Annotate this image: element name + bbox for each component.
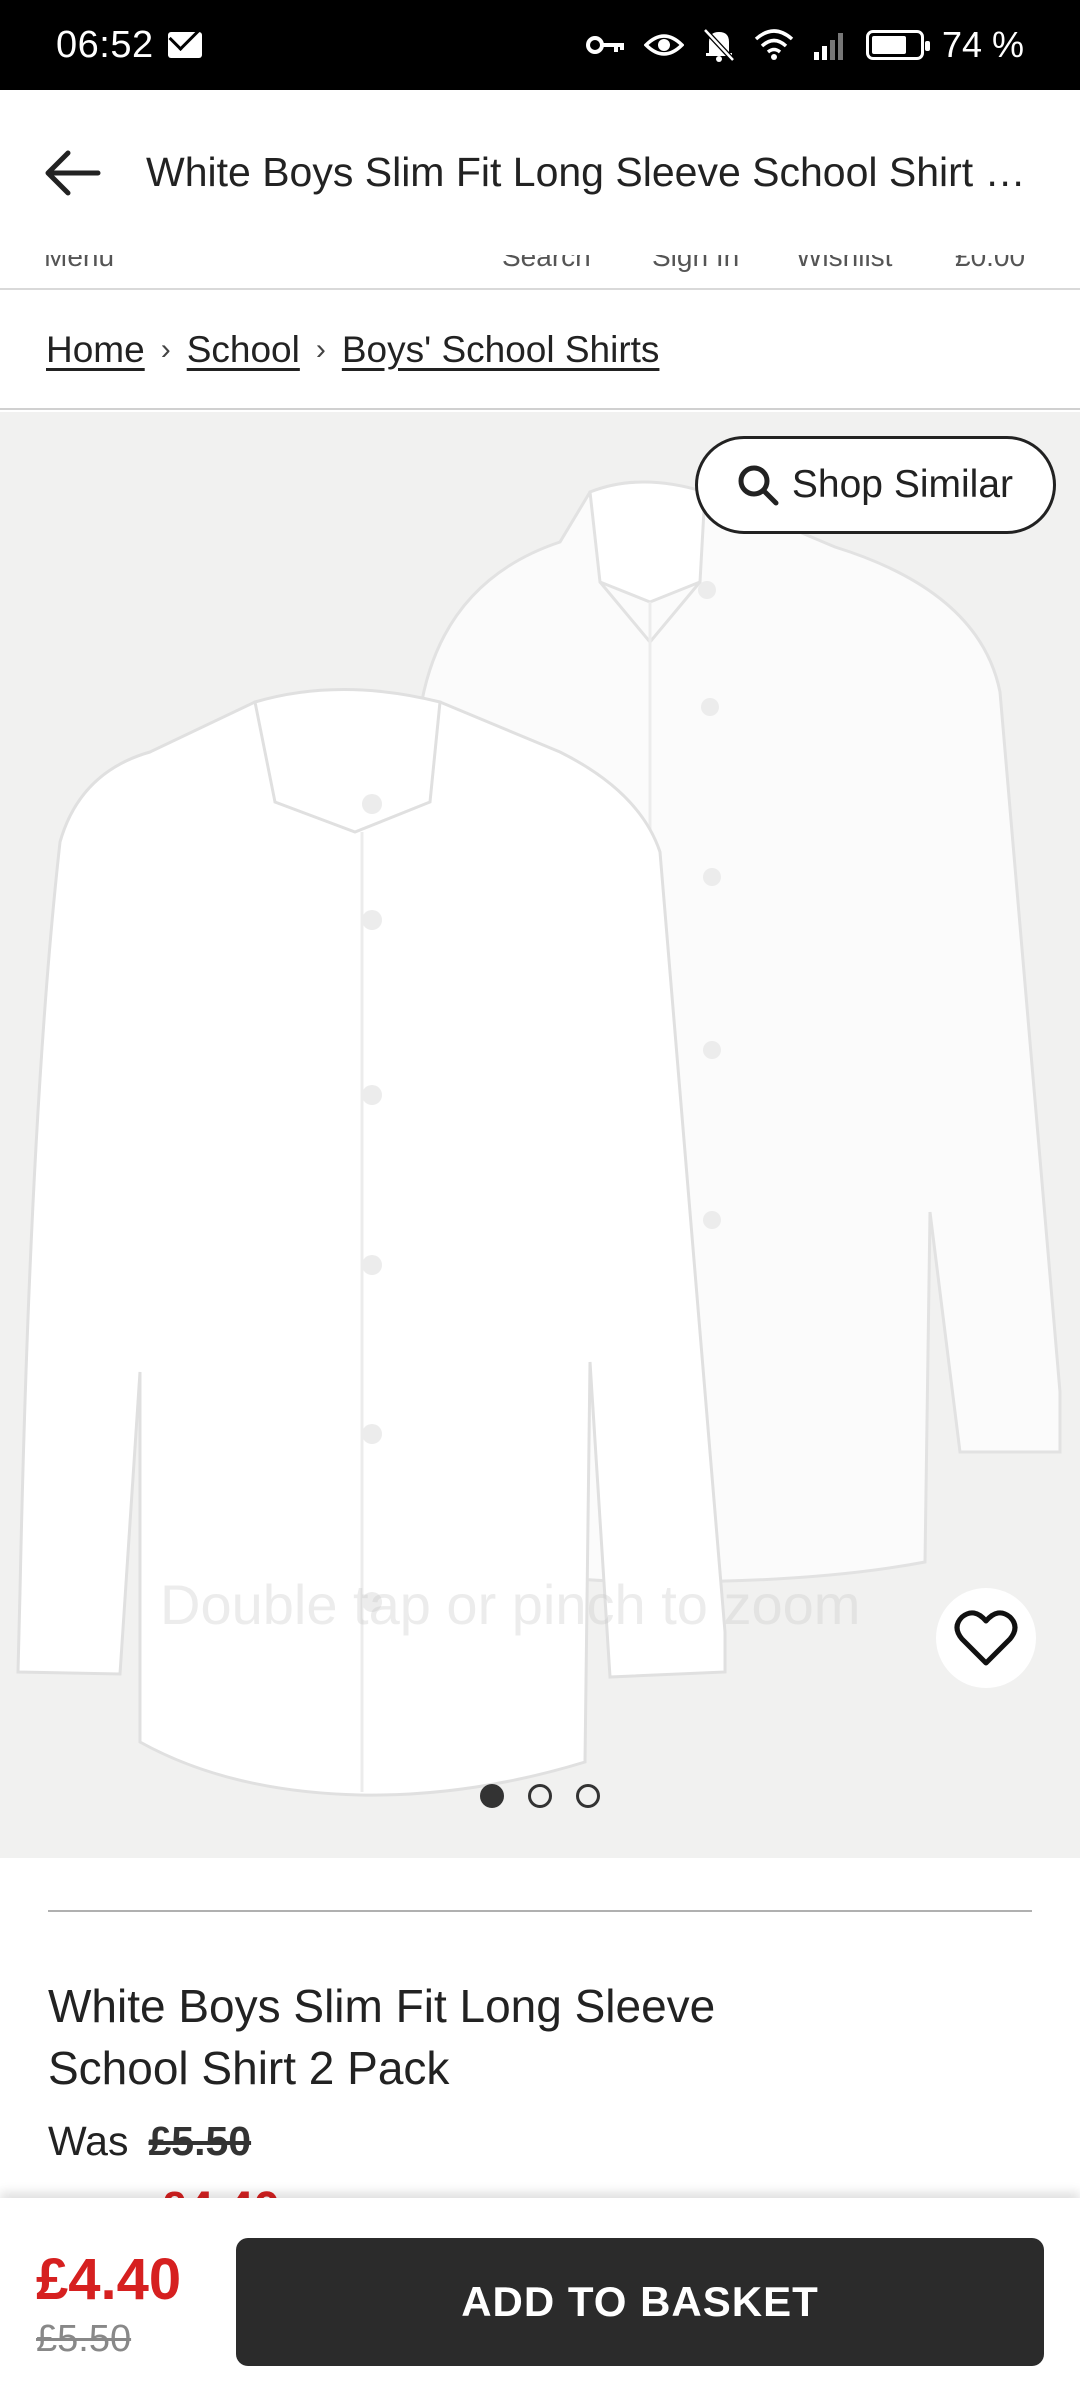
sticky-old-price: £5.50 <box>36 2318 132 2360</box>
gallery-dot-3[interactable] <box>576 1784 600 1808</box>
was-price: £5.50 <box>148 2118 252 2164</box>
wifi-icon <box>754 29 794 61</box>
was-label: Was <box>48 2118 129 2164</box>
battery-level <box>871 36 906 54</box>
sticky-add-to-basket-bar: £4.40 £5.50 ADD TO BASKET <box>0 2198 1080 2400</box>
gallery-pagination <box>480 1784 600 1808</box>
shop-similar-label: Shop Similar <box>791 463 1013 506</box>
divider <box>48 1910 1032 1912</box>
search-icon <box>738 465 779 506</box>
nav-sign-in[interactable]: Sign In <box>652 255 739 273</box>
nav-basket-total[interactable]: £0.00 <box>955 255 1025 273</box>
product-title: White Boys Slim Fit Long Sleeve School S… <box>48 1980 716 2094</box>
shop-similar-button[interactable]: Shop Similar <box>694 436 1056 534</box>
page-title: White Boys Slim Fit Long Sleeve School S… <box>146 149 1046 195</box>
heart-icon <box>954 1610 1018 1666</box>
product-image <box>16 480 1062 1797</box>
status-icons: 74 % <box>585 24 1024 66</box>
product-image-gallery[interactable]: Shop Similar Double tap or pinch to zoom <box>0 412 1080 1858</box>
zoom-hint: Double tap or pinch to zoom <box>160 1573 861 1636</box>
battery-icon <box>865 30 930 60</box>
breadcrumb: Home › School › Boys' School Shirts <box>0 292 1080 410</box>
wishlist-button[interactable] <box>936 1588 1036 1688</box>
breadcrumb-home[interactable]: Home <box>46 329 145 371</box>
eye-icon <box>643 31 684 59</box>
signal-icon <box>812 30 848 60</box>
app-bar: White Boys Slim Fit Long Sleeve School S… <box>0 90 1080 255</box>
bell-off-icon <box>702 27 736 63</box>
arrow-left-icon <box>45 150 101 195</box>
back-button[interactable] <box>40 141 104 205</box>
gallery-dot-2[interactable] <box>528 1784 552 1808</box>
breadcrumb-boys-school-shirts[interactable]: Boys' School Shirts <box>342 329 660 371</box>
status-time: 06:52 <box>56 23 154 66</box>
site-nav-strip: Menu Search Sign In Wishlist £0.00 <box>0 255 1080 290</box>
nav-search[interactable]: Search <box>502 255 591 273</box>
status-bar: 06:52 74 % <box>0 0 1080 90</box>
was-price-row: Was £5.50 <box>48 2118 251 2165</box>
chevron-right-icon: › <box>315 333 326 366</box>
battery-percent: 74 % <box>941 24 1024 65</box>
mail-icon <box>167 32 202 58</box>
nav-wishlist[interactable]: Wishlist <box>796 255 892 273</box>
breadcrumb-school[interactable]: School <box>187 329 300 371</box>
nav-menu[interactable]: Menu <box>44 255 114 273</box>
gallery-dot-1[interactable] <box>480 1784 504 1808</box>
key-icon <box>585 33 626 57</box>
sticky-price: £4.40 <box>36 2247 182 2312</box>
chevron-right-icon: › <box>160 333 171 366</box>
add-to-basket-button[interactable]: ADD TO BASKET <box>236 2238 1044 2366</box>
